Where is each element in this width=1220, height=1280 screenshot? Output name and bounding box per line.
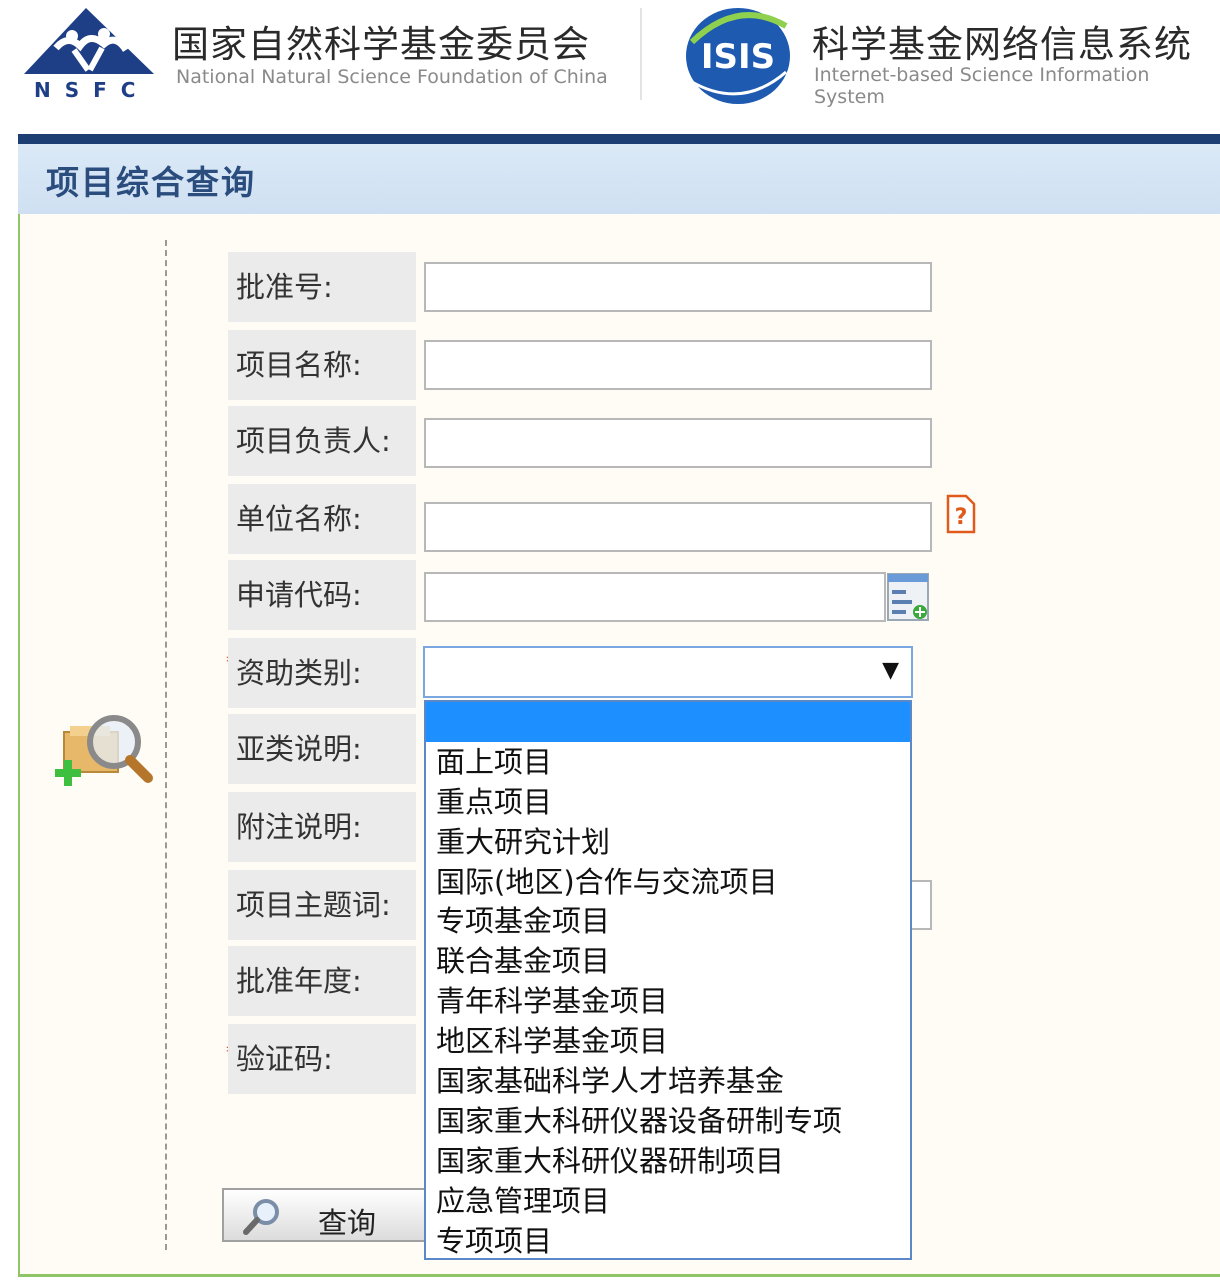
dashed-divider (165, 240, 167, 1250)
code-picker-icon[interactable] (886, 572, 930, 622)
title-top-line (18, 134, 1220, 144)
project-leader-input[interactable] (424, 418, 932, 468)
funding-category-dropdown: 面上项目 重点项目 重大研究计划 国际(地区)合作与交流项目 专项基金项目 联合… (424, 700, 912, 1260)
dropdown-option[interactable]: 国家重大科研仪器研制项目 (426, 1141, 910, 1181)
system-name-cn: 科学基金网络信息系统 (812, 23, 1192, 66)
svg-text:?: ? (955, 505, 968, 530)
search-add-icon (55, 715, 153, 786)
project-name-input[interactable] (424, 340, 932, 390)
magnifier-icon (243, 1199, 279, 1235)
dropdown-option[interactable] (426, 702, 910, 742)
dropdown-option[interactable]: 国家基础科学人才培养基金 (426, 1061, 910, 1101)
dropdown-option[interactable]: 重点项目 (426, 782, 910, 822)
label-captcha: 验证码: (228, 1024, 416, 1094)
label-approval-number: 批准号: (228, 252, 416, 322)
dropdown-arrow-icon: ▼ (882, 658, 899, 683)
help-icon[interactable]: ? (946, 494, 976, 534)
label-project-leader: 项目负责人: (228, 406, 416, 476)
org-abbr: NSFC (34, 78, 150, 102)
application-code-input[interactable] (424, 572, 886, 622)
dropdown-option[interactable]: 国家重大科研仪器设备研制专项 (426, 1101, 910, 1141)
isis-logo-text: ISIS (701, 37, 775, 77)
system-name-en: Internet-based Science Information Syste… (814, 64, 1150, 108)
label-approval-year: 批准年度: (228, 946, 416, 1016)
institution-name-input[interactable] (424, 502, 932, 552)
query-button-label: 查询 (318, 1206, 377, 1240)
dropdown-option[interactable]: 专项项目 (426, 1221, 910, 1261)
label-application-code: 申请代码: (228, 560, 416, 630)
org-name-cn: 国家自然科学基金委员会 (172, 23, 590, 66)
dropdown-option[interactable]: 应急管理项目 (426, 1181, 910, 1221)
dropdown-option[interactable]: 联合基金项目 (426, 941, 910, 981)
header-divider (640, 8, 642, 100)
isis-logo-icon: ISIS (686, 8, 790, 104)
label-project-name: 项目名称: (228, 330, 416, 400)
label-subcategory: 亚类说明: (228, 714, 416, 784)
label-keywords: 项目主题词: (228, 870, 416, 940)
funding-category-select[interactable]: ▼ (423, 646, 913, 698)
dropdown-option[interactable]: 重大研究计划 (426, 822, 910, 862)
approval-number-input[interactable] (424, 262, 932, 312)
query-button[interactable]: 查询 (222, 1188, 428, 1242)
dropdown-option[interactable]: 青年科学基金项目 (426, 981, 910, 1021)
dropdown-option[interactable]: 面上项目 (426, 742, 910, 782)
label-note: 附注说明: (228, 792, 416, 862)
org-name-en: National Natural Science Foundation of C… (176, 66, 608, 88)
label-institution-name: 单位名称: (228, 484, 416, 554)
label-funding-category: 资助类别: (228, 638, 416, 708)
page-title: 项目综合查询 (46, 163, 256, 202)
dropdown-option[interactable]: 专项基金项目 (426, 901, 910, 941)
site-header: NSFC 国家自然科学基金委员会 National Natural Scienc… (0, 0, 1220, 130)
dropdown-option[interactable]: 地区科学基金项目 (426, 1021, 910, 1061)
dropdown-option[interactable]: 国际(地区)合作与交流项目 (426, 862, 910, 902)
